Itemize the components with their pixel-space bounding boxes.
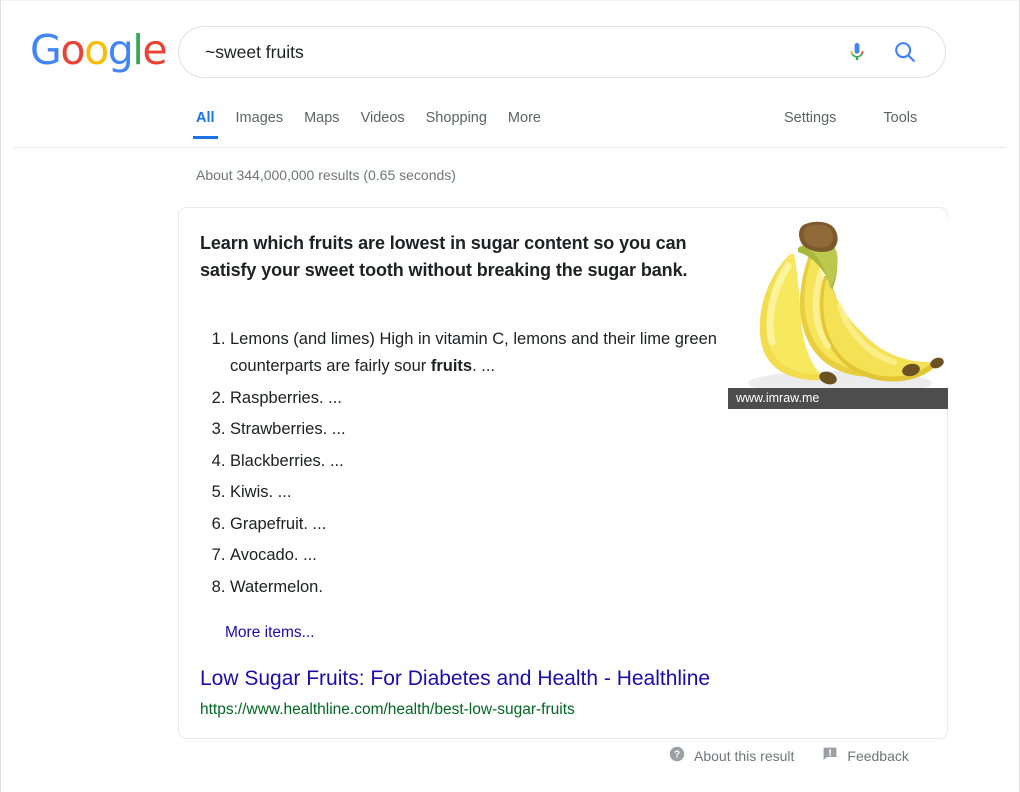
feedback-button[interactable]: Feedback — [822, 746, 909, 765]
list-item-text: Blackberries. ... — [230, 451, 344, 470]
result-url: https://www.healthline.com/health/best-l… — [200, 701, 575, 718]
about-this-result-label: About this result — [694, 747, 795, 764]
tab-all[interactable]: All — [193, 110, 218, 139]
result-footer: ? About this result Feedback — [669, 746, 909, 765]
list-item-bold: fruits — [430, 357, 473, 375]
logo-letter-l: l — [132, 26, 143, 74]
search-tabs-right: Settings Tools — [784, 110, 964, 139]
result-title-link[interactable]: Low Sugar Fruits: For Diabetes and Healt… — [200, 666, 710, 692]
search-tabs-left: All Images Maps Videos Shopping More — [193, 110, 562, 139]
microphone-icon[interactable] — [844, 39, 870, 65]
snippet-heading: Learn which fruits are lowest in sugar c… — [200, 233, 688, 280]
list-item: Watermelon. — [230, 574, 750, 601]
tab-shopping[interactable]: Shopping — [426, 110, 487, 139]
google-search-results-page: Google ~sweet fruits All Images Maps Vid… — [0, 0, 1020, 792]
search-bar-icons — [844, 39, 945, 65]
list-item-text: Raspberries. ... — [230, 388, 342, 407]
google-logo[interactable]: Google — [30, 26, 168, 74]
search-tabs-bar: All Images Maps Videos Shopping More Set… — [14, 101, 1006, 148]
about-this-result-button[interactable]: ? About this result — [669, 746, 794, 765]
list-item: Strawberries. ... — [230, 416, 750, 443]
search-icon[interactable] — [892, 39, 918, 65]
list-item: Grapefruit. ... — [230, 511, 750, 538]
search-bar[interactable] — [178, 26, 946, 78]
list-item: Kiwis. ... — [230, 479, 750, 506]
list-item: Lemons (and limes) High in vitamin C, le… — [230, 326, 750, 380]
list-item-text: Grapefruit. ... — [230, 514, 327, 533]
feedback-label: Feedback — [847, 747, 909, 764]
list-item: Blackberries. ... — [230, 448, 750, 475]
result-count-text: About 344,000,000 results (0.65 seconds) — [196, 167, 456, 183]
more-items-link[interactable]: More items... — [225, 624, 315, 642]
tab-videos[interactable]: Videos — [361, 110, 405, 139]
svg-text:?: ? — [674, 750, 680, 761]
snippet-thumbnail[interactable]: www.imraw.me — [728, 218, 948, 409]
list-item-text-after: . ... — [472, 357, 496, 375]
tab-images[interactable]: Images — [236, 110, 284, 139]
list-item-text: Kiwis. ... — [230, 483, 292, 501]
thumbnail-caption: www.imraw.me — [728, 388, 948, 409]
tab-more[interactable]: More — [508, 110, 541, 139]
featured-snippet-card: Learn which fruits are lowest in sugar c… — [178, 207, 948, 739]
list-item: Avocado. ... — [230, 542, 750, 569]
logo-letter-g1: G — [30, 26, 62, 74]
logo-letter-o2: o — [84, 26, 109, 74]
list-item-text: Avocado. ... — [230, 546, 317, 564]
search-input[interactable] — [179, 41, 844, 63]
tab-settings[interactable]: Settings — [784, 110, 836, 139]
tab-tools[interactable]: Tools — [883, 110, 917, 139]
logo-letter-o1: o — [60, 26, 85, 74]
list-item-text: Watermelon. — [230, 577, 323, 596]
list-item-text: Strawberries. ... — [230, 420, 346, 438]
bananas-image — [728, 218, 948, 409]
list-item: Raspberries. ... — [230, 385, 750, 412]
snippet-list: Lemons (and limes) High in vitamin C, le… — [200, 326, 750, 605]
logo-letter-e: e — [142, 26, 167, 74]
page-header: Google — [1, 1, 1019, 101]
tab-maps[interactable]: Maps — [304, 110, 339, 139]
logo-letter-g2: g — [107, 26, 134, 74]
help-circle-icon: ? — [669, 746, 685, 765]
feedback-flag-icon — [822, 746, 838, 765]
